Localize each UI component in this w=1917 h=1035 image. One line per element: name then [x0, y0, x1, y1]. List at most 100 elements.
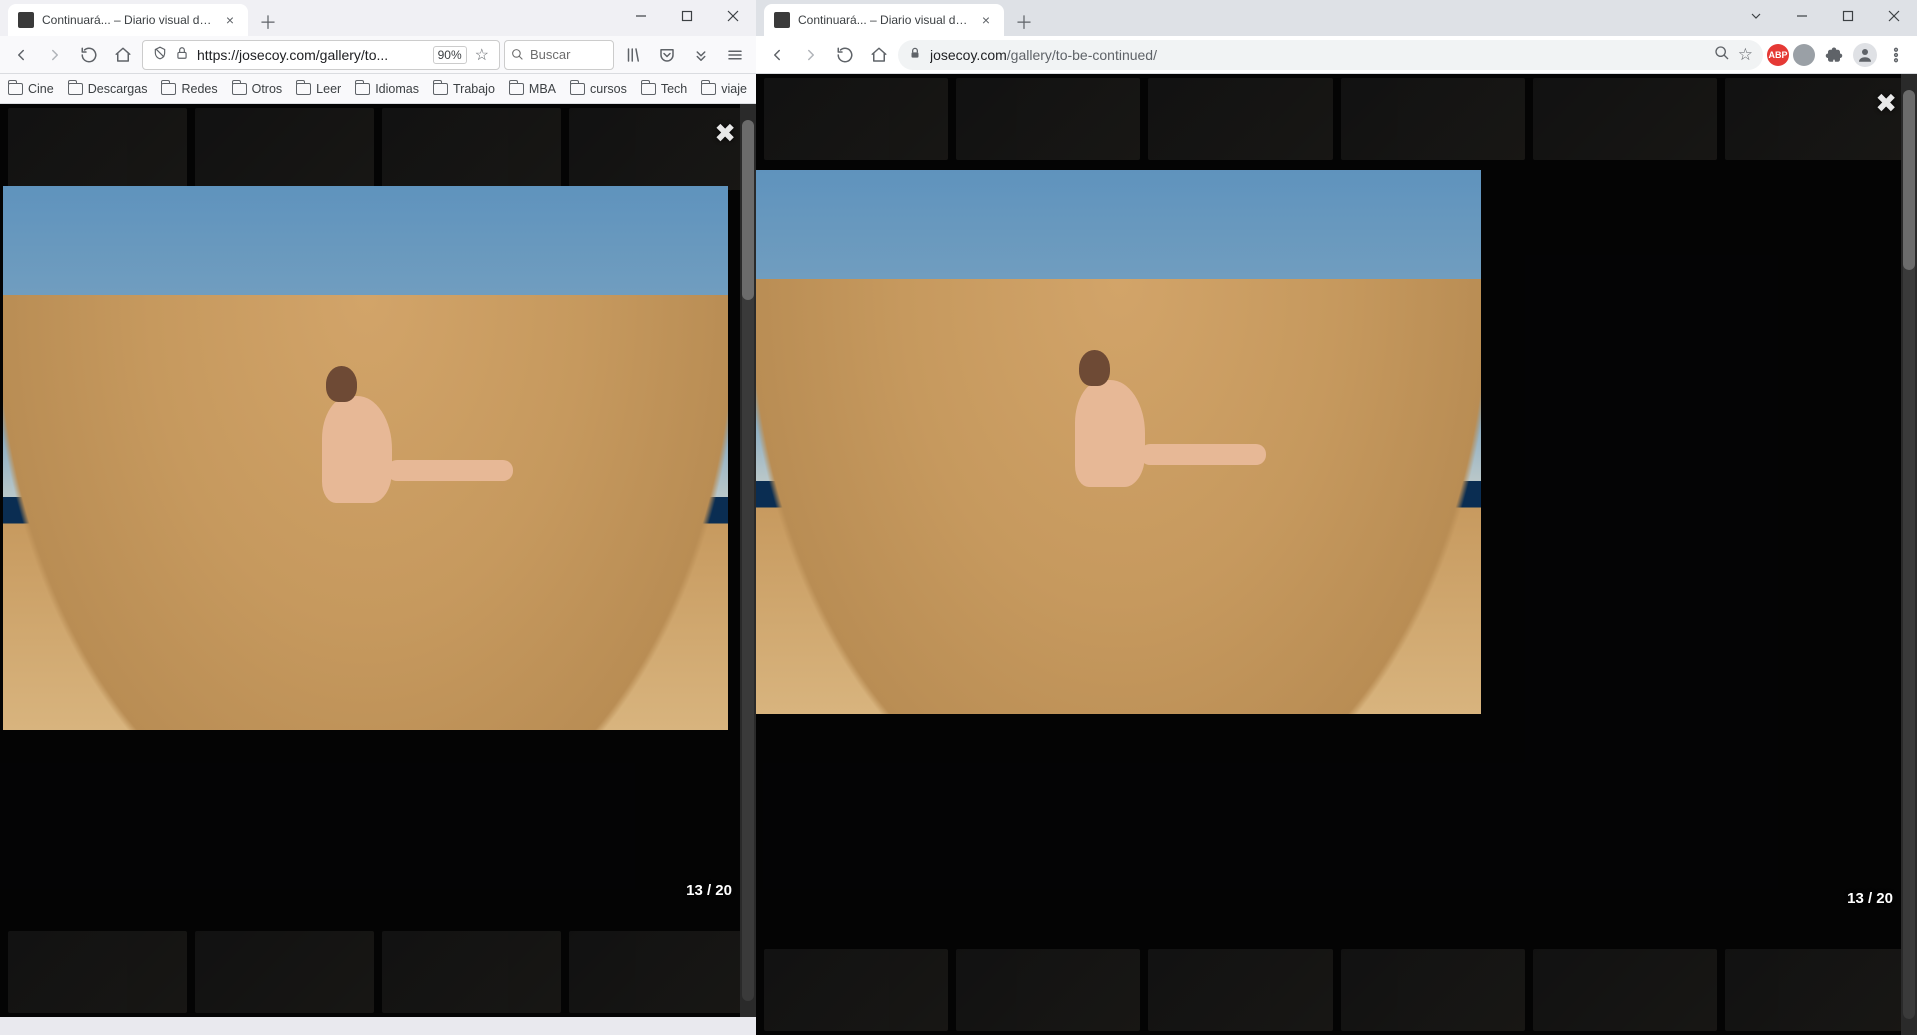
bookmark-label: Descargas — [88, 82, 148, 96]
folder-icon — [232, 83, 247, 95]
chevron-down-icon[interactable] — [1733, 0, 1779, 32]
nav-back-button[interactable] — [6, 40, 36, 70]
gallery-thumbnail[interactable] — [956, 78, 1140, 160]
bookmark-folder[interactable]: Leer — [296, 82, 341, 96]
bookmark-folder[interactable]: viaje — [701, 82, 747, 96]
browser-tab[interactable]: Continuará... – Diario visual de Jo... × — [764, 4, 1004, 36]
search-placeholder: Buscar — [530, 47, 570, 62]
window-controls — [1733, 0, 1917, 36]
bookmark-folder[interactable]: Cine — [8, 82, 54, 96]
extension-abp-icon[interactable]: ABP — [1767, 44, 1789, 66]
thumbnail-row — [756, 74, 1917, 164]
pocket-button[interactable] — [652, 40, 682, 70]
new-tab-button[interactable]: ＋ — [254, 8, 282, 36]
url-host: josecoy.com — [930, 47, 1007, 63]
bookmark-folder[interactable]: MBA — [509, 82, 556, 96]
nav-reload-button[interactable] — [74, 40, 104, 70]
bookmark-folder[interactable]: Redes — [161, 82, 217, 96]
extension-icon[interactable] — [1793, 44, 1815, 66]
scrollbar-thumb[interactable] — [742, 120, 754, 300]
window-close-button[interactable] — [1871, 0, 1917, 32]
tab-close-button[interactable]: × — [222, 12, 238, 28]
gallery-thumbnail[interactable] — [569, 931, 748, 1013]
gallery-thumbnail[interactable] — [956, 949, 1140, 1031]
gallery-thumbnail[interactable] — [1341, 949, 1525, 1031]
app-menu-button[interactable] — [1881, 40, 1911, 70]
gallery-thumbnail[interactable] — [8, 931, 187, 1013]
gallery-thumbnail[interactable] — [195, 931, 374, 1013]
tab-strip: Continuará... – Diario visual de Jo... ×… — [756, 0, 1917, 36]
toolbar: josecoy.com/gallery/to-be-continued/ ☆ A… — [756, 36, 1917, 74]
gallery-thumbnail[interactable] — [8, 108, 187, 190]
bookmark-star-icon[interactable]: ☆ — [475, 45, 489, 65]
bookmark-folder[interactable]: Idiomas — [355, 82, 419, 96]
favicon-icon — [18, 12, 34, 28]
profile-avatar-button[interactable] — [1853, 43, 1877, 67]
window-maximize-button[interactable] — [664, 0, 710, 32]
app-menu-button[interactable] — [720, 40, 750, 70]
folder-icon — [8, 83, 23, 95]
library-button[interactable] — [618, 40, 648, 70]
nav-reload-button[interactable] — [830, 40, 860, 70]
lightbox-close-button[interactable]: ✖ — [714, 118, 736, 149]
gallery-thumbnail[interactable] — [1725, 949, 1909, 1031]
bookmarks-bar: Cine Descargas Redes Otros Leer Idiomas … — [0, 74, 756, 104]
gallery-thumbnail[interactable] — [382, 931, 561, 1013]
nav-forward-button[interactable] — [40, 40, 70, 70]
bookmark-folder[interactable]: Otros — [232, 82, 283, 96]
gallery-thumbnail[interactable] — [195, 108, 374, 190]
window-minimize-button[interactable] — [618, 0, 664, 32]
gallery-thumbnail[interactable] — [1341, 78, 1525, 160]
folder-icon — [570, 83, 585, 95]
bookmark-label: Tech — [661, 82, 687, 96]
folder-icon — [701, 83, 716, 95]
gallery-thumbnail[interactable] — [764, 78, 948, 160]
vertical-scrollbar[interactable] — [740, 104, 756, 1017]
gallery-thumbnail[interactable] — [1533, 78, 1717, 160]
bookmark-folder[interactable]: Tech — [641, 82, 687, 96]
thumbnail-row — [756, 945, 1917, 1035]
nav-home-button[interactable] — [108, 40, 138, 70]
favicon-icon — [774, 12, 790, 28]
page-content: ✖ 13 / 20 — [0, 104, 756, 1017]
bookmark-folder[interactable]: cursos — [570, 82, 627, 96]
nav-back-button[interactable] — [762, 40, 792, 70]
zoom-icon[interactable] — [1714, 45, 1730, 64]
extensions-button[interactable] — [1819, 40, 1849, 70]
bookmark-label: viaje — [721, 82, 747, 96]
photo-content — [1053, 350, 1271, 502]
overflow-button[interactable] — [686, 40, 716, 70]
lightbox-photo[interactable] — [756, 170, 1481, 714]
address-bar[interactable]: https://josecoy.com/gallery/to... 90% ☆ — [142, 40, 500, 70]
lightbox-close-button[interactable]: ✖ — [1875, 88, 1897, 119]
tab-title: Continuará... – Diario visual de ... — [42, 13, 214, 27]
nav-forward-button[interactable] — [796, 40, 826, 70]
browser-tab[interactable]: Continuará... – Diario visual de ... × — [8, 4, 248, 36]
gallery-thumbnail[interactable] — [1148, 78, 1332, 160]
gallery-thumbnail[interactable] — [764, 949, 948, 1031]
firefox-window: Continuará... – Diario visual de ... × ＋… — [0, 0, 756, 1035]
gallery-thumbnail[interactable] — [382, 108, 561, 190]
bookmark-folder[interactable]: Descargas — [68, 82, 148, 96]
bookmark-folder[interactable]: Trabajo — [433, 82, 495, 96]
folder-icon — [433, 83, 448, 95]
window-maximize-button[interactable] — [1825, 0, 1871, 32]
tab-close-button[interactable]: × — [978, 12, 994, 28]
scrollbar-thumb[interactable] — [1903, 90, 1915, 270]
search-bar[interactable]: Buscar — [504, 40, 614, 70]
window-minimize-button[interactable] — [1779, 0, 1825, 32]
zoom-badge[interactable]: 90% — [433, 46, 467, 64]
url-text: josecoy.com/gallery/to-be-continued/ — [930, 47, 1706, 63]
lightbox-photo[interactable] — [3, 186, 728, 730]
bookmark-star-icon[interactable]: ☆ — [1738, 45, 1753, 65]
vertical-scrollbar[interactable] — [1901, 74, 1917, 1035]
address-bar[interactable]: josecoy.com/gallery/to-be-continued/ ☆ — [898, 40, 1763, 70]
gallery-thumbnail[interactable] — [1148, 949, 1332, 1031]
folder-icon — [509, 83, 524, 95]
window-close-button[interactable] — [710, 0, 756, 32]
new-tab-button[interactable]: ＋ — [1010, 8, 1038, 36]
folder-icon — [161, 83, 176, 95]
nav-home-button[interactable] — [864, 40, 894, 70]
gallery-thumbnail[interactable] — [1533, 949, 1717, 1031]
thumbnail-row — [0, 104, 756, 194]
